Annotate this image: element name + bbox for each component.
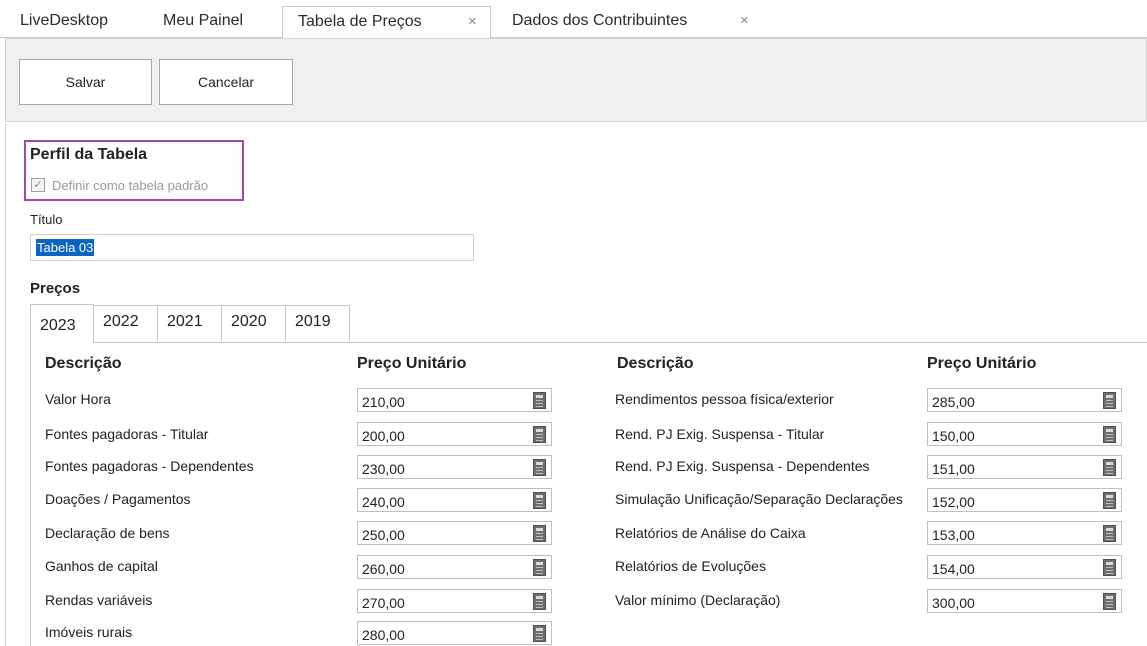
price-input[interactable]: 300,00: [927, 589, 1122, 613]
tab-year-2021[interactable]: 2021: [157, 305, 222, 341]
price-input[interactable]: 210,00: [357, 388, 552, 412]
tab-meu-painel[interactable]: Meu Painel: [163, 6, 243, 38]
checkbox-icon[interactable]: ✓: [31, 178, 45, 192]
price-row-label: Valor Hora: [45, 391, 111, 407]
price-row-label: Fontes pagadoras - Dependentes: [45, 458, 254, 474]
default-table-checkbox-label: Definir como tabela padrão: [52, 178, 209, 193]
calculator-icon[interactable]: [533, 392, 546, 409]
calculator-icon[interactable]: [1103, 459, 1116, 476]
price-input[interactable]: 280,00: [357, 621, 552, 645]
column-header-price: Preço Unitário: [927, 355, 1037, 372]
calculator-icon[interactable]: [1103, 525, 1116, 542]
tab-label: Meu Painel: [163, 12, 244, 29]
calculator-icon[interactable]: [1103, 392, 1116, 409]
price-row-label: Fontes pagadoras - Titular: [45, 426, 209, 442]
price-row-label: Rendimentos pessoa física/exterior: [615, 391, 834, 407]
tab-label: Tabela de Preços: [298, 13, 422, 30]
titulo-value: Tabela 03: [36, 239, 95, 256]
tab-year-2023[interactable]: 2023: [30, 304, 94, 343]
price-row-label: Rend. PJ Exig. Suspensa - Dependentes: [615, 458, 870, 474]
price-input[interactable]: 285,00: [927, 388, 1122, 412]
price-input[interactable]: 200,00: [357, 422, 552, 446]
price-row-label: Rend. PJ Exig. Suspensa - Titular: [615, 426, 825, 442]
price-input[interactable]: 230,00: [357, 455, 552, 479]
price-input[interactable]: 150,00: [927, 422, 1122, 446]
price-input[interactable]: 151,00: [927, 455, 1122, 479]
calculator-icon[interactable]: [533, 525, 546, 542]
column-header-description: Descrição: [617, 355, 694, 372]
calculator-icon[interactable]: [1103, 492, 1116, 509]
price-input[interactable]: 154,00: [927, 555, 1122, 579]
price-input[interactable]: 270,00: [357, 589, 552, 613]
titulo-input[interactable]: Tabela 03: [30, 234, 474, 261]
top-tab-strip: LiveDesktop Meu Painel Tabela de Preços …: [0, 0, 1147, 38]
calculator-icon[interactable]: [533, 426, 546, 443]
price-row-label: Imóveis rurais: [45, 624, 133, 640]
price-row-label: Simulação Unificação/Separação Declaraçõ…: [615, 491, 903, 507]
price-row-label: Doações / Pagamentos: [45, 491, 191, 507]
column-header-description: Descrição: [45, 355, 122, 372]
price-row-label: Relatórios de Evoluções: [615, 558, 766, 574]
tab-label: LiveDesktop: [20, 12, 109, 29]
calculator-icon[interactable]: [533, 625, 546, 642]
calculator-icon[interactable]: [533, 593, 546, 610]
calculator-icon[interactable]: [533, 492, 546, 509]
calculator-icon[interactable]: [533, 459, 546, 476]
price-input[interactable]: 250,00: [357, 521, 552, 545]
price-input[interactable]: 260,00: [357, 555, 552, 579]
calculator-icon[interactable]: [1103, 559, 1116, 576]
profile-title: Perfil da Tabela: [30, 146, 148, 163]
price-input[interactable]: 153,00: [927, 521, 1122, 545]
close-icon[interactable]: ×: [468, 7, 477, 37]
price-row-label: Rendas variáveis: [45, 592, 153, 608]
titulo-label: Título: [30, 212, 63, 227]
tab-year-2020[interactable]: 2020: [221, 305, 286, 341]
cancel-button[interactable]: Cancelar: [159, 59, 293, 105]
close-icon[interactable]: ×: [740, 6, 749, 36]
tab-dados-dos-contribuintes[interactable]: Dados dos Contribuintes ×: [512, 6, 762, 38]
tab-year-2019[interactable]: 2019: [285, 305, 350, 341]
price-row-label: Ganhos de capital: [45, 558, 158, 574]
toolbar: Salvar Cancelar: [5, 38, 1147, 122]
calculator-icon[interactable]: [533, 559, 546, 576]
tab-tabela-de-precos[interactable]: Tabela de Preços ×: [282, 6, 491, 38]
price-input[interactable]: 152,00: [927, 488, 1122, 512]
price-row-label: Valor mínimo (Declaração): [615, 592, 781, 608]
tab-livedesktop[interactable]: LiveDesktop: [20, 6, 108, 38]
column-header-price: Preço Unitário: [357, 355, 467, 372]
save-button[interactable]: Salvar: [19, 59, 152, 105]
tab-year-2022[interactable]: 2022: [93, 305, 158, 341]
calculator-icon[interactable]: [1103, 426, 1116, 443]
calculator-icon[interactable]: [1103, 593, 1116, 610]
precos-section-title: Preços: [30, 280, 81, 297]
price-input[interactable]: 240,00: [357, 488, 552, 512]
price-row-label: Declaração de bens: [45, 525, 170, 541]
price-row-label: Relatórios de Análise do Caixa: [615, 525, 806, 541]
tab-label: Dados dos Contribuintes: [512, 12, 688, 29]
